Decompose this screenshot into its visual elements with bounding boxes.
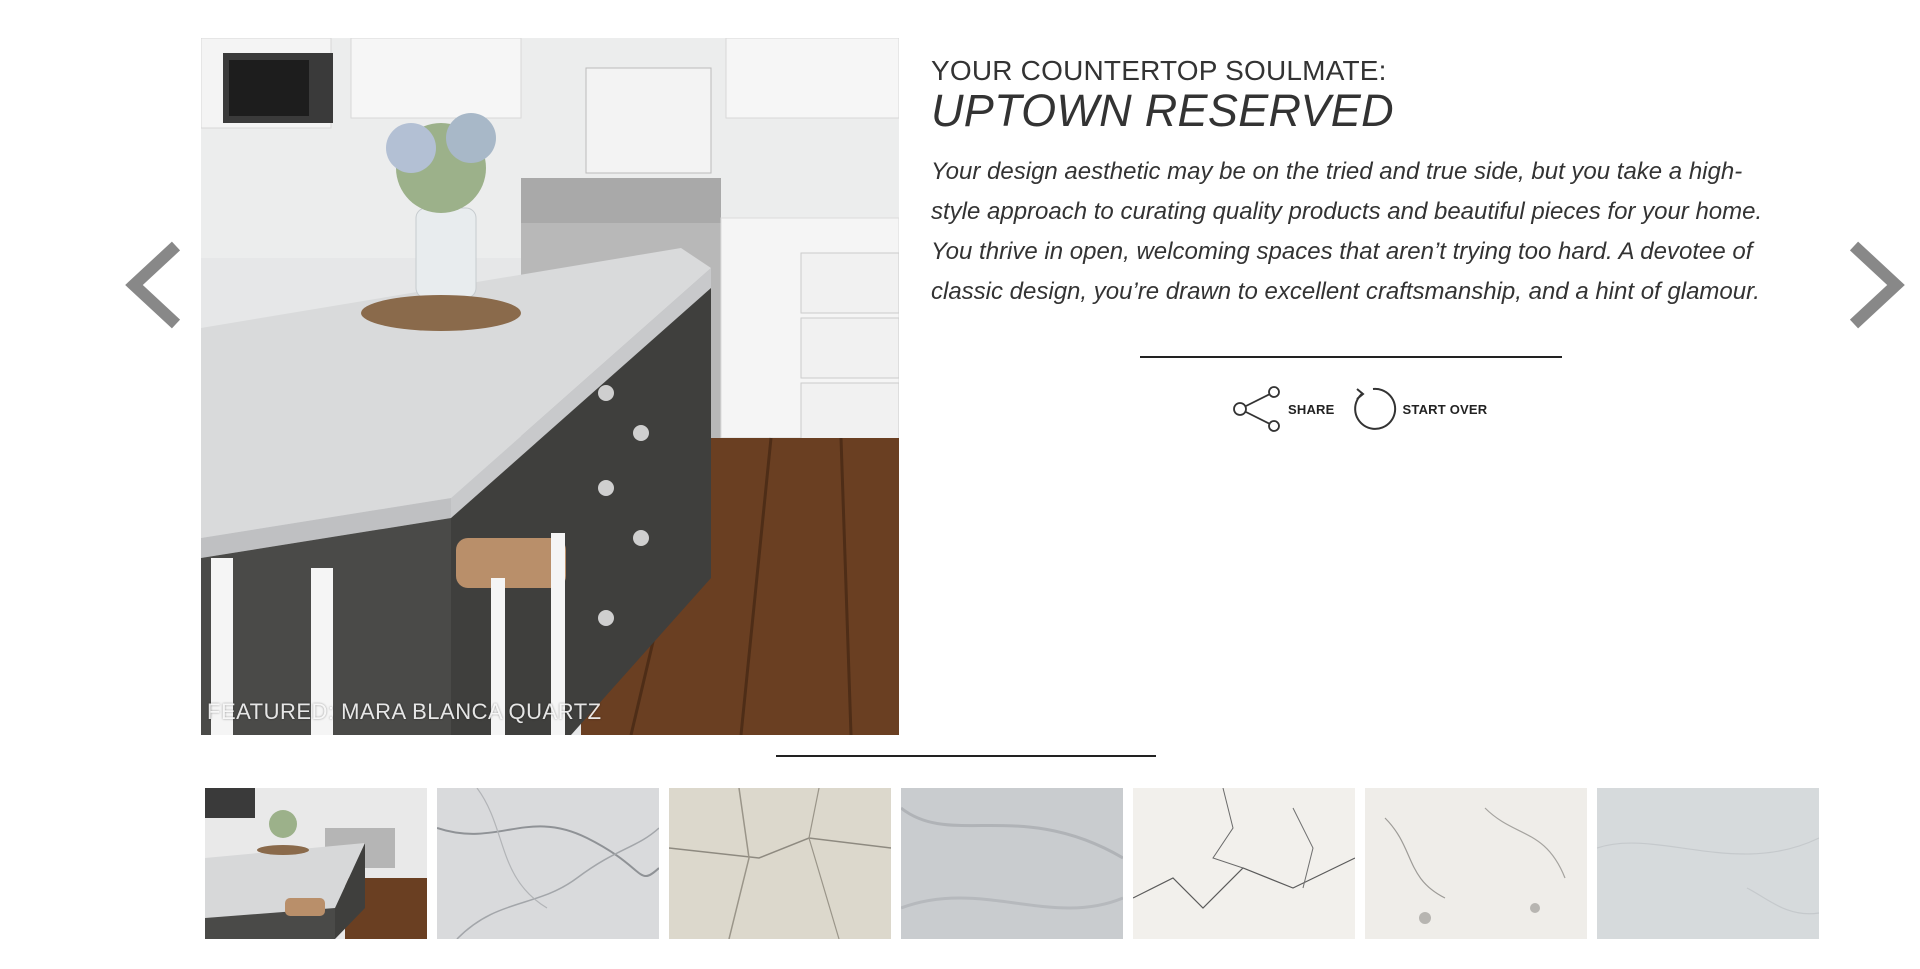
result-description: Your design aesthetic may be on the trie… <box>931 158 1763 306</box>
featured-caption: FEATURED: MARA BLANCA QUARTZ <box>207 699 602 724</box>
marble-swatch-image <box>901 788 1123 939</box>
divider <box>776 755 1156 757</box>
thumbnail-swatch[interactable] <box>669 788 891 939</box>
chevron-left-icon <box>125 241 181 329</box>
share-icon <box>1233 386 1280 432</box>
chevron-right-icon <box>1849 241 1905 329</box>
thumbnail-swatch[interactable] <box>437 788 659 939</box>
restart-icon <box>1353 387 1396 430</box>
kitchen-illustration <box>201 38 899 735</box>
result-title: UPTOWN RESERVED <box>931 84 1394 136</box>
kitchen-thumbnail-image <box>205 788 427 939</box>
thumbnail-swatch[interactable] <box>1133 788 1355 939</box>
marble-swatch-image <box>437 788 659 939</box>
action-bar: SHARE START OVER <box>1232 385 1487 433</box>
previous-button[interactable] <box>120 240 190 330</box>
start-over-label: START OVER <box>1402 401 1488 417</box>
next-button[interactable] <box>1840 240 1910 330</box>
share-button[interactable]: SHARE <box>1232 386 1335 432</box>
thumbnail-swatch[interactable] <box>1365 788 1587 939</box>
featured-kitchen-image: FEATURED: MARA BLANCA QUARTZ <box>201 38 899 735</box>
start-over-button[interactable]: START OVER <box>1349 385 1488 433</box>
result-kicker: YOUR COUNTERTOP SOULMATE: <box>931 55 1387 86</box>
marble-swatch-image <box>1365 788 1587 939</box>
share-label: SHARE <box>1288 401 1335 417</box>
thumbnail-kitchen[interactable] <box>205 788 427 939</box>
marble-swatch-image <box>1597 788 1819 939</box>
marble-swatch-image <box>1133 788 1355 939</box>
result-panel: YOUR COUNTERTOP SOULMATE: UPTOWN RESERVE… <box>931 55 1791 312</box>
marble-swatch-image <box>669 788 891 939</box>
divider <box>1140 356 1562 358</box>
thumbnail-swatch[interactable] <box>1597 788 1819 939</box>
thumbnail-swatch[interactable] <box>901 788 1123 939</box>
thumbnail-strip <box>205 788 1819 939</box>
